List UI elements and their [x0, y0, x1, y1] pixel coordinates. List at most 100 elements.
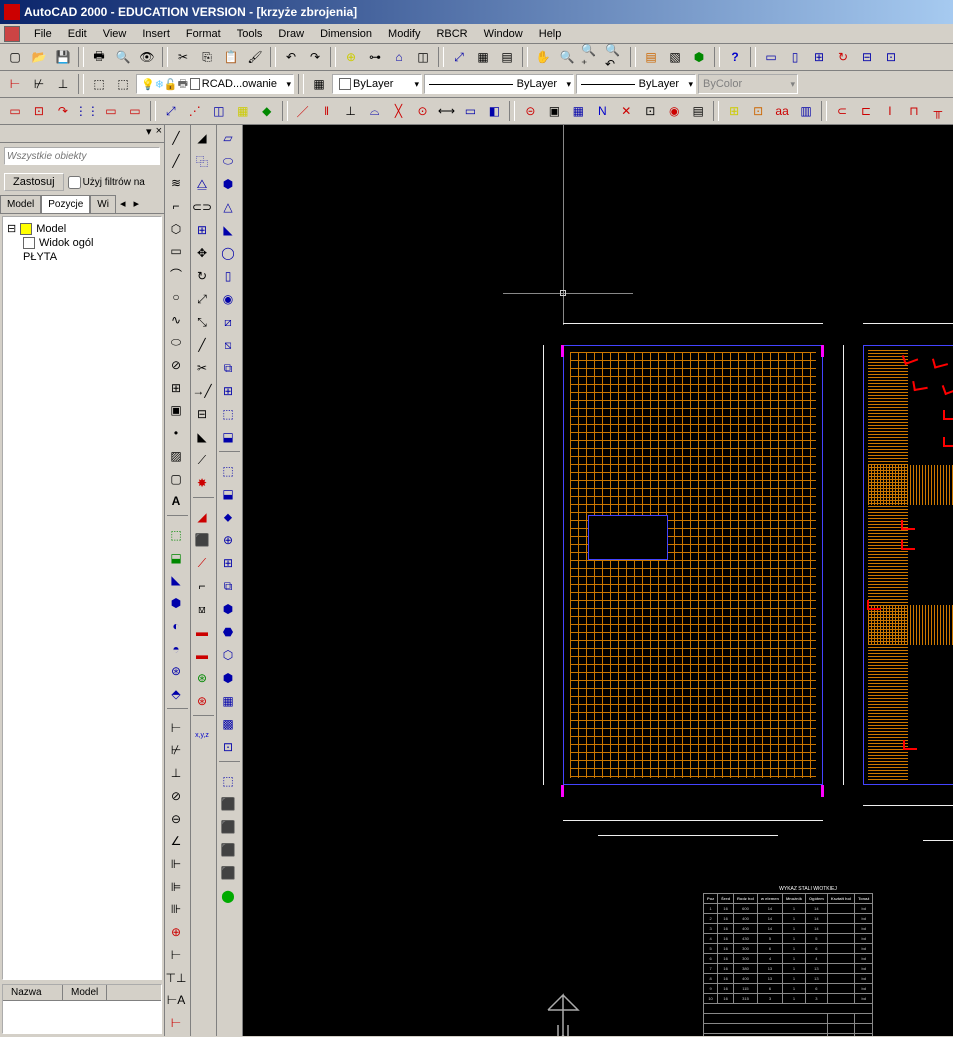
revolve-icon[interactable]: ◉ [217, 288, 239, 310]
tree-root[interactable]: ⊟ Model [7, 221, 157, 236]
drawing-canvas[interactable]: WYKAZ STALI WIOTKIEJ PozŚredRodz holw el… [243, 125, 953, 1036]
tab-model[interactable]: Model [0, 195, 41, 213]
rb2-icon[interactable]: ⊡ [28, 100, 50, 122]
rb20-icon[interactable]: ◧ [483, 100, 505, 122]
u4-icon[interactable]: ⌐ [191, 575, 213, 597]
rect-icon[interactable]: ▭ [165, 241, 187, 263]
rotate-icon[interactable]: ↻ [191, 265, 213, 287]
mirror-icon[interactable]: ⧋ [191, 173, 213, 195]
cone-icon[interactable]: △ [217, 196, 239, 218]
u8-icon[interactable]: ⊛ [191, 667, 213, 689]
th-nazwa[interactable]: Nazwa [3, 985, 63, 1000]
rb36-icon[interactable]: ⊓ [903, 100, 925, 122]
print-icon[interactable]: 🖶 [88, 46, 110, 68]
color-icon[interactable]: ▦ [308, 73, 330, 95]
menu-edit[interactable]: Edit [60, 26, 95, 42]
point-icon[interactable]: • [165, 422, 187, 444]
s8-icon[interactable]: ⬣ [217, 621, 239, 643]
shade6-icon[interactable]: ⬤ [217, 885, 239, 907]
s10-icon[interactable]: ⬢ [217, 667, 239, 689]
setup1-icon[interactable]: ⊞ [217, 380, 239, 402]
rb9-icon[interactable]: ◫ [208, 100, 230, 122]
rb16-icon[interactable]: ╳ [388, 100, 410, 122]
offset-icon[interactable]: ⊂⊃ [191, 196, 213, 218]
rb32-icon[interactable]: ▥ [795, 100, 817, 122]
match-icon[interactable]: 🖌 [244, 46, 266, 68]
rb37-icon[interactable]: ╥ [927, 100, 949, 122]
menu-tools[interactable]: Tools [229, 26, 271, 42]
tree-item-plyta[interactable]: PŁYTA [23, 250, 157, 264]
rb34-icon[interactable]: ⊏ [855, 100, 877, 122]
lengthen-icon[interactable]: ╱ [191, 334, 213, 356]
diml-icon[interactable]: ⊢ [165, 717, 187, 739]
ellipse-icon[interactable]: ⬭ [165, 331, 187, 353]
ellipse-arc-icon[interactable]: ⊘ [165, 354, 187, 376]
dimd-icon[interactable]: ⊖ [165, 808, 187, 830]
color-dropdown[interactable]: ByLayer [332, 74, 422, 94]
u6-icon[interactable]: ▬ [191, 621, 213, 643]
tab-next-icon[interactable]: ▸ [129, 195, 143, 213]
copy-icon[interactable]: ⎘ [196, 46, 218, 68]
vp1-icon[interactable]: ⊡ [880, 46, 902, 68]
shade1-icon[interactable]: ⬚ [217, 770, 239, 792]
rb14-icon[interactable]: ⊥ [340, 100, 362, 122]
s9-icon[interactable]: ⬡ [217, 644, 239, 666]
viewport1-icon[interactable]: ▭ [760, 46, 782, 68]
dimo-icon[interactable]: ⊥ [165, 762, 187, 784]
hatch-icon[interactable]: ▨ [165, 445, 187, 467]
arc-icon[interactable]: ⌒ [165, 263, 187, 285]
3dorbit-icon[interactable]: ↻ [832, 46, 854, 68]
dima-icon[interactable]: ⊬ [165, 740, 187, 762]
interfere-icon[interactable]: ⧉ [217, 357, 239, 379]
sphere-icon[interactable]: ⬭ [217, 150, 239, 172]
rb15-icon[interactable]: ⌓ [364, 100, 386, 122]
layer-dropdown[interactable]: 💡❄🔓🖶 RCAD...owanie [136, 74, 294, 94]
dims1-icon[interactable]: ⊕ [165, 921, 187, 943]
trim-icon[interactable]: ✂ [191, 357, 213, 379]
redo-icon[interactable]: ↷ [304, 46, 326, 68]
setup2-icon[interactable]: ⬚ [217, 403, 239, 425]
section-icon[interactable]: ⧅ [217, 334, 239, 356]
panel-dropdown-icon[interactable]: ▾ [146, 125, 152, 142]
rb19-icon[interactable]: ▭ [459, 100, 481, 122]
explode-icon[interactable]: ✸ [191, 472, 213, 494]
rb13-icon[interactable]: ‖ [316, 100, 338, 122]
mtext-icon[interactable]: A [165, 491, 187, 513]
panel-close-icon[interactable]: × [156, 125, 162, 142]
dbconnect-icon[interactable]: ▤ [640, 46, 662, 68]
rb30-icon[interactable]: ⊡ [747, 100, 769, 122]
layer-prev-icon[interactable]: ⬚ [112, 73, 134, 95]
rb8-icon[interactable]: ⋰ [184, 100, 206, 122]
zoom-win-icon[interactable]: 🔍⁺ [580, 46, 602, 68]
cyl-icon[interactable]: ⬢ [688, 46, 710, 68]
menu-rbcr[interactable]: RBCR [428, 26, 475, 42]
rb7-icon[interactable]: ⤢ [160, 100, 182, 122]
osnap-icon[interactable]: ⌂ [388, 46, 410, 68]
ucs-icon[interactable]: ◫ [412, 46, 434, 68]
rb27-icon[interactable]: ◉ [663, 100, 685, 122]
u3-icon[interactable]: ⟋ [191, 552, 213, 574]
line-icon[interactable]: ╱ [165, 127, 187, 149]
stretch-icon[interactable]: ⤡ [191, 311, 213, 333]
extend-icon[interactable]: →╱ [191, 380, 213, 402]
slice-icon[interactable]: ⧄ [217, 311, 239, 333]
dist-icon[interactable]: ⤢ [448, 46, 470, 68]
named-view-icon[interactable]: ⊞ [808, 46, 830, 68]
named-vp-icon[interactable]: ⊟ [856, 46, 878, 68]
dimb-icon[interactable]: ⊫ [165, 876, 187, 898]
menu-file[interactable]: File [26, 26, 60, 42]
s11-icon[interactable]: ▦ [217, 690, 239, 712]
find-icon[interactable]: 👁 [136, 46, 158, 68]
rb10-icon[interactable]: ▦ [232, 100, 254, 122]
s3-icon[interactable]: ⬥ [217, 506, 239, 528]
xline-icon[interactable]: ╱ [165, 150, 187, 172]
u2-icon[interactable]: ⬛ [191, 529, 213, 551]
u5-icon[interactable]: ⟏ [191, 598, 213, 620]
setup3-icon[interactable]: ⬓ [217, 426, 239, 448]
mline-icon[interactable]: ≋ [165, 172, 187, 194]
surf8-icon[interactable]: ⬘ [165, 683, 187, 705]
paste-icon[interactable]: 📋 [220, 46, 242, 68]
surf5-icon[interactable]: ◐ [165, 615, 187, 637]
menu-dimension[interactable]: Dimension [312, 26, 380, 42]
shade2-icon[interactable]: ⬛ [217, 793, 239, 815]
